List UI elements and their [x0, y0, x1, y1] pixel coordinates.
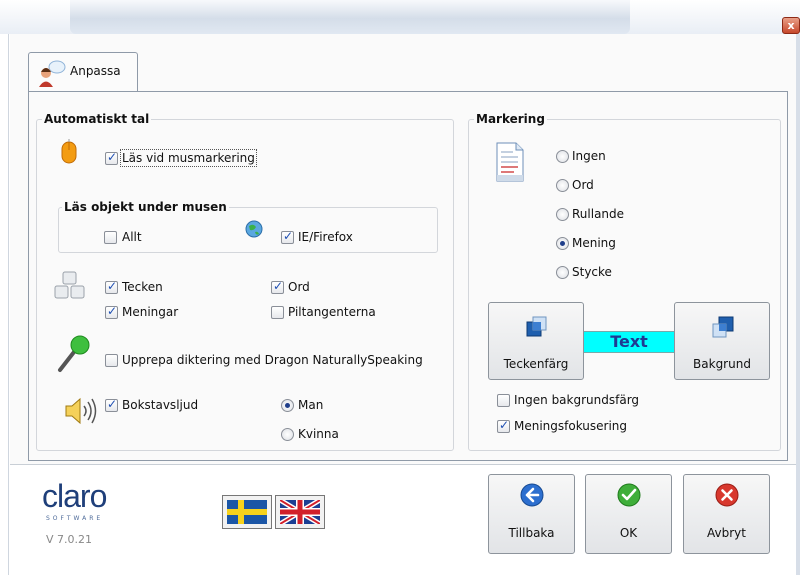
bokstavsljud-checkbox[interactable]: [105, 397, 118, 412]
teckenfarg-label: Teckenfärg: [503, 357, 569, 371]
bokstavsljud-label: Bokstavsljud: [122, 398, 199, 412]
ingen-bakgrundsfarg-checkbox[interactable]: [497, 394, 510, 407]
background-color-icon: [712, 316, 734, 338]
allt-label: Allt: [122, 230, 142, 244]
meningar-checkbox[interactable]: [105, 304, 118, 319]
back-arrow-icon: [520, 483, 544, 507]
cancel-icon: [715, 483, 739, 507]
avbryt-label: Avbryt: [707, 526, 746, 540]
tecken-label: Tecken: [122, 280, 163, 294]
english-language-button[interactable]: [275, 495, 325, 529]
claro-logo-sub: SOFTWARE: [46, 515, 104, 522]
meningsfokusering-label: Meningsfokusering: [514, 419, 628, 433]
sweden-flag-icon: [227, 500, 267, 524]
markering-mening-label: Mening: [572, 236, 616, 250]
ie-firefox-checkbox[interactable]: [281, 229, 294, 244]
footer: [10, 464, 796, 576]
globe-icon: [245, 220, 263, 238]
markering-ord-radio[interactable]: [556, 179, 569, 192]
speaker-icon: [65, 397, 97, 425]
markering-ingen-label: Ingen: [572, 149, 606, 163]
las-vid-musmarkering-label: Läs vid musmarkering: [120, 149, 257, 167]
meningsfokusering-checkbox[interactable]: [497, 418, 510, 433]
las-vid-musmarkering-checkbox[interactable]: [105, 150, 118, 165]
tillbaka-button[interactable]: Tillbaka: [488, 474, 575, 554]
ok-label: OK: [619, 526, 638, 540]
close-button[interactable]: x: [782, 17, 800, 34]
upprepa-diktering-label: Upprepa diktering med Dragon NaturallySp…: [122, 353, 423, 367]
uk-flag-icon: [280, 500, 320, 524]
piltangenterna-label: Piltangenterna: [288, 305, 376, 319]
microphone-icon: [58, 335, 90, 372]
swedish-language-button[interactable]: [222, 495, 272, 529]
tab-anpassa-label: Anpassa: [70, 64, 121, 78]
ok-button[interactable]: OK: [585, 474, 672, 554]
markering-stycke-radio[interactable]: [556, 266, 569, 279]
markering-ord-label: Ord: [572, 178, 594, 192]
ingen-bakgrundsfarg-label: Ingen bakgrundsfärg: [514, 393, 640, 407]
teckenfarg-button[interactable]: Teckenfärg: [488, 302, 584, 380]
markering-mening-radio[interactable]: [556, 237, 569, 250]
meningar-label: Meningar: [122, 305, 179, 319]
tecken-checkbox[interactable]: [105, 279, 118, 294]
window-left-border: [8, 34, 9, 575]
man-label: Man: [298, 398, 324, 412]
kvinna-radio[interactable]: [281, 428, 294, 441]
titlebar-glass: [70, 0, 630, 34]
piltangenterna-checkbox[interactable]: [271, 306, 284, 319]
window-right-border: [796, 34, 800, 575]
bakgrund-label: Bakgrund: [693, 357, 751, 371]
automatiskt-tal-title: Automatiskt tal: [42, 112, 152, 126]
allt-checkbox[interactable]: [104, 231, 117, 244]
man-radio[interactable]: [281, 399, 294, 412]
preview-text: Text: [610, 332, 648, 351]
markering-ingen-radio[interactable]: [556, 150, 569, 163]
document-icon: [496, 142, 524, 182]
mouse-icon: [61, 139, 77, 164]
ie-firefox-label: IE/Firefox: [298, 230, 353, 244]
ord-checkbox[interactable]: [271, 279, 284, 294]
bakgrund-button[interactable]: Bakgrund: [674, 302, 770, 380]
claro-logo: claro: [42, 478, 107, 514]
ord-label: Ord: [288, 280, 310, 294]
las-objekt-title: Läs objekt under musen: [62, 200, 229, 214]
person-speech-icon: [39, 60, 66, 87]
version-text: V 7.0.21: [46, 533, 93, 546]
markering-stycke-label: Stycke: [572, 265, 612, 279]
upprepa-diktering-checkbox[interactable]: [105, 354, 118, 367]
markering-rullande-radio[interactable]: [556, 208, 569, 221]
kvinna-label: Kvinna: [298, 427, 339, 441]
markering-rullande-label: Rullande: [572, 207, 625, 221]
tillbaka-label: Tillbaka: [508, 526, 555, 540]
text-color-icon: [526, 316, 547, 337]
avbryt-button[interactable]: Avbryt: [683, 474, 770, 554]
keyboard-keys-icon: [54, 271, 85, 299]
markering-title: Markering: [474, 112, 547, 126]
check-icon: [617, 483, 641, 507]
